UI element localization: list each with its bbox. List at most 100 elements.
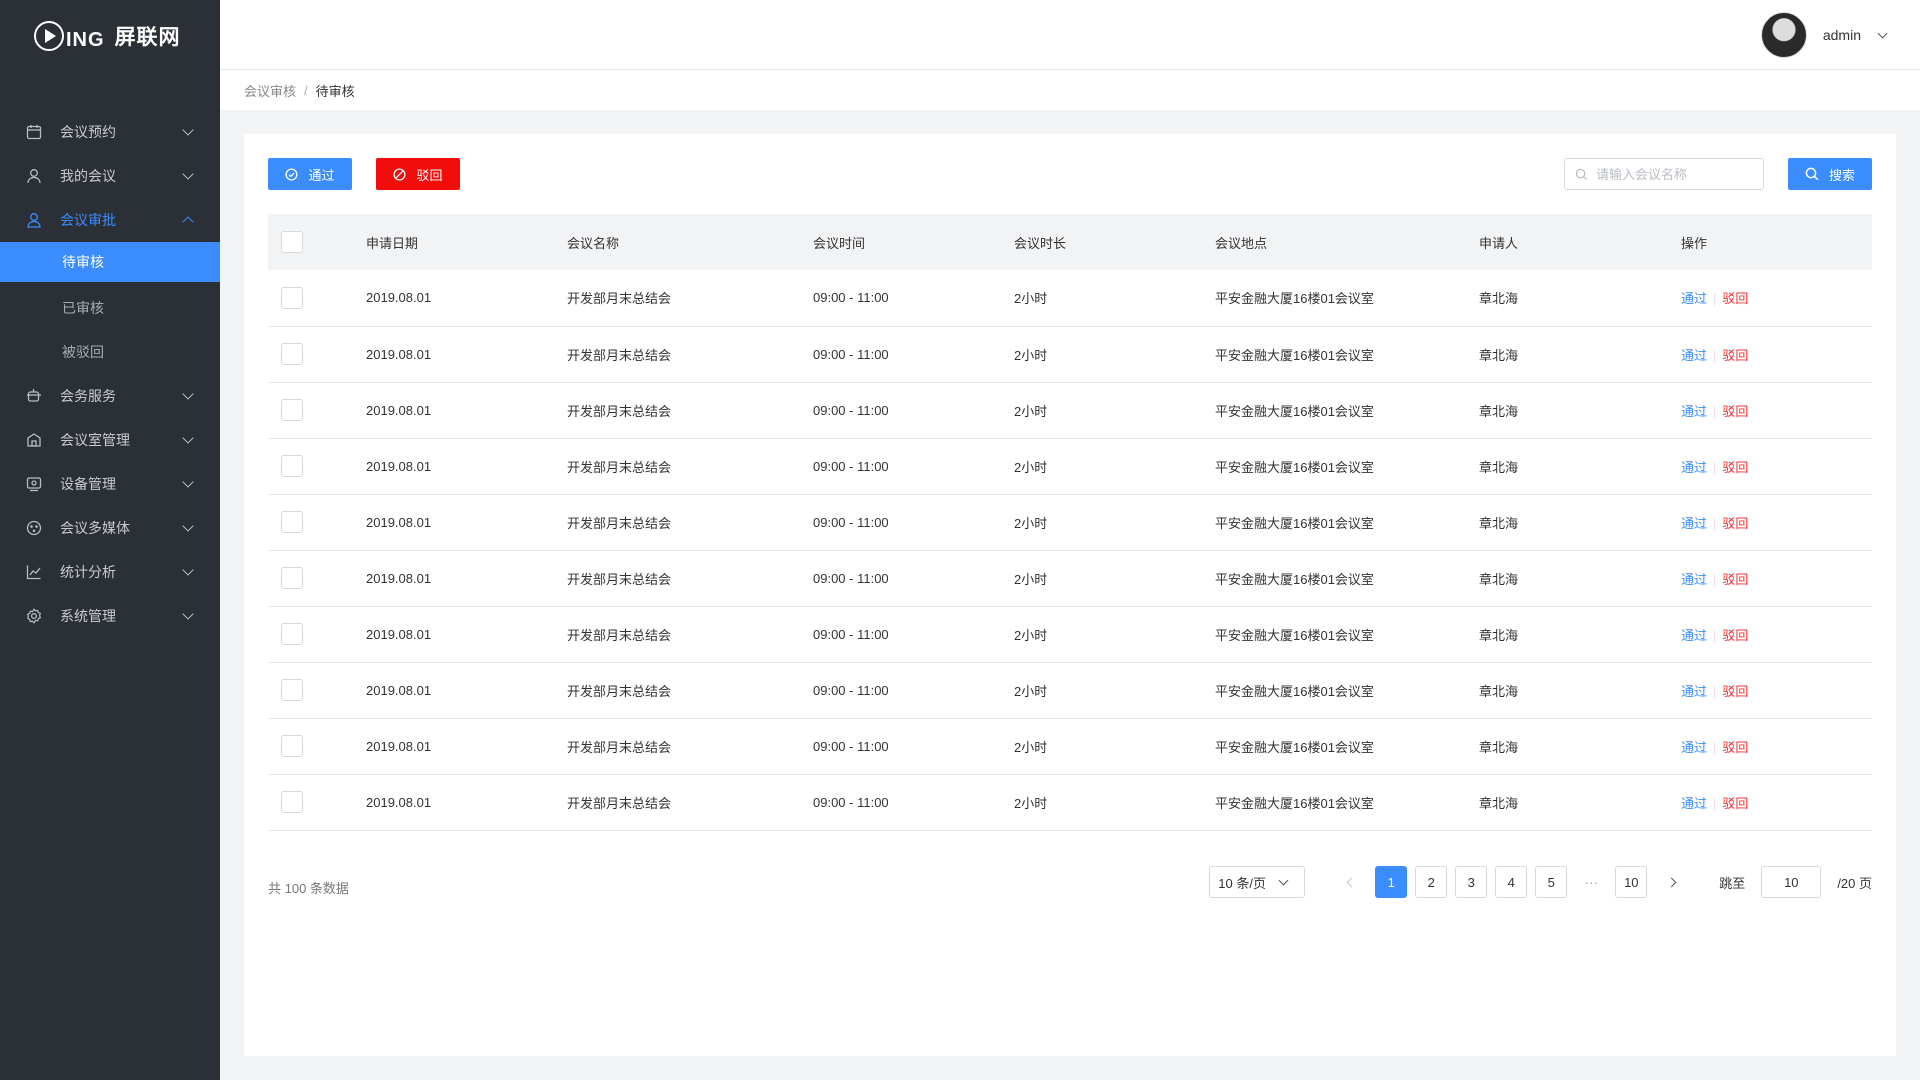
reject-button[interactable]: 驳回 [376, 158, 460, 190]
breadcrumb-separator: / [304, 82, 308, 98]
user-menu[interactable]: admin [1760, 12, 1888, 58]
cell-meeting-time: 09:00 - 11:00 [813, 738, 889, 754]
sidebar-item-conference-service[interactable]: 会务服务 [0, 374, 220, 418]
cell-actions: 通过 | 驳回 [1681, 438, 1872, 494]
sidebar-item-meeting-approval[interactable]: 会议审批 [0, 198, 220, 242]
row-checkbox[interactable] [281, 511, 303, 533]
row-reject-link[interactable]: 驳回 [1722, 348, 1748, 363]
cell-actions: 通过 | 驳回 [1681, 606, 1872, 662]
table-row: 2019.08.01 开发部月末总结会 09:00 - 11:00 2小时 平安金融大厦… [268, 774, 1872, 830]
row-select-cell [268, 438, 366, 494]
sidebar-item-system-management[interactable]: 系统管理 [0, 594, 220, 638]
select-all-checkbox[interactable] [281, 231, 303, 253]
table-row: 2019.08.01 开发部月末总结会 09:00 - 11:00 2小时 平安金融大厦… [268, 270, 1872, 326]
row-approve-link[interactable]: 通过 [1681, 404, 1707, 419]
cell-applicant: 章北海 [1479, 291, 1519, 307]
breadcrumb-parent[interactable]: 会议审核 [244, 81, 296, 100]
chevron-down-icon [182, 564, 194, 576]
sidebar-item-meeting-booking[interactable]: 会议预约 [0, 110, 220, 154]
row-checkbox[interactable] [281, 286, 303, 309]
sidebar-item-label: 系统管理 [60, 608, 116, 624]
jump-label: 跳至 [1719, 875, 1746, 891]
action-divider: | [1713, 739, 1717, 755]
row-checkbox[interactable] [281, 623, 303, 645]
row-reject-link[interactable]: 驳回 [1722, 796, 1748, 811]
search-button[interactable]: 搜索 [1788, 158, 1872, 190]
sidebar-subitem-label: 待审核 [62, 254, 104, 270]
row-approve-link[interactable]: 通过 [1681, 460, 1707, 475]
cell-duration: 2小时 [1014, 795, 1048, 811]
page-button-3[interactable]: 3 [1455, 866, 1488, 898]
cell-location: 平安金融大厦16楼01会议室 [1215, 683, 1374, 699]
row-select-cell [268, 662, 366, 718]
sidebar-item-label: 会议室管理 [60, 432, 130, 448]
row-reject-link[interactable]: 驳回 [1722, 572, 1748, 587]
cell-actions: 通过 | 驳回 [1681, 550, 1872, 606]
row-reject-link[interactable]: 驳回 [1722, 628, 1748, 643]
row-checkbox[interactable] [281, 679, 303, 701]
logo-text: ING [66, 28, 105, 51]
chevron-down-icon [182, 520, 194, 532]
chart-icon [26, 564, 42, 580]
sidebar-item-room-management[interactable]: 会议室管理 [0, 418, 220, 462]
row-approve-link[interactable]: 通过 [1681, 628, 1707, 643]
row-reject-link[interactable]: 驳回 [1722, 516, 1748, 531]
row-checkbox[interactable] [281, 455, 303, 477]
row-approve-link[interactable]: 通过 [1681, 291, 1707, 306]
sidebar-item-statistics[interactable]: 统计分析 [0, 550, 220, 594]
next-page-button[interactable] [1655, 866, 1687, 898]
sidebar-item-label: 会议预约 [60, 124, 116, 140]
page-size-select[interactable]: 10 条/页 [1209, 866, 1306, 898]
row-checkbox[interactable] [281, 399, 303, 421]
page-button-1[interactable]: 1 [1375, 866, 1408, 898]
row-checkbox[interactable] [281, 567, 303, 589]
row-approve-link[interactable]: 通过 [1681, 516, 1707, 531]
row-approve-link[interactable]: 通过 [1681, 572, 1707, 587]
cell-duration: 2小时 [1014, 571, 1048, 587]
room-icon [26, 432, 42, 448]
chevron-down-icon [182, 608, 194, 620]
row-reject-link[interactable]: 驳回 [1722, 740, 1748, 755]
cell-duration: 2小时 [1014, 459, 1048, 475]
app-logo[interactable]: ING 屏联网 [0, 0, 220, 72]
sidebar-subitem-pending[interactable]: 待审核 [0, 242, 220, 282]
cell-applicant: 章北海 [1479, 795, 1519, 811]
action-divider: | [1713, 459, 1717, 475]
cell-date: 2019.08.01 [366, 346, 432, 362]
row-approve-link[interactable]: 通过 [1681, 348, 1707, 363]
row-reject-link[interactable]: 驳回 [1722, 684, 1748, 699]
cell-duration: 2小时 [1014, 739, 1048, 755]
approve-button[interactable]: 通过 [268, 158, 352, 190]
cell-applicant: 章北海 [1479, 347, 1519, 363]
chevron-down-icon [1278, 875, 1289, 885]
page-button-2[interactable]: 2 [1415, 866, 1448, 898]
row-approve-link[interactable]: 通过 [1681, 796, 1707, 811]
cell-actions: 通过 | 驳回 [1681, 718, 1872, 774]
search-input[interactable] [1596, 166, 1756, 182]
row-checkbox[interactable] [281, 343, 303, 365]
prev-page-button[interactable] [1335, 866, 1367, 898]
sidebar-subitem-rejected[interactable]: 被驳回 [0, 330, 220, 374]
row-reject-link[interactable]: 驳回 [1722, 291, 1748, 306]
jump-page-input[interactable] [1761, 866, 1822, 898]
avatar[interactable] [1760, 12, 1807, 58]
sidebar-subitem-reviewed[interactable]: 已审核 [0, 286, 220, 330]
sidebar-item-my-meetings[interactable]: 我的会议 [0, 154, 220, 198]
row-select-cell [268, 326, 366, 382]
page-button-last[interactable]: 10 [1615, 866, 1648, 898]
row-reject-link[interactable]: 驳回 [1722, 460, 1748, 475]
cell-location: 平安金融大厦16楼01会议室 [1215, 347, 1374, 363]
row-reject-link[interactable]: 驳回 [1722, 404, 1748, 419]
row-checkbox[interactable] [281, 791, 303, 813]
sidebar-item-device-management[interactable]: 设备管理 [0, 462, 220, 506]
column-header-actions: 操作 [1681, 235, 1708, 251]
row-approve-link[interactable]: 通过 [1681, 684, 1707, 699]
page-ellipsis[interactable]: ··· [1575, 875, 1607, 890]
page-button-5[interactable]: 5 [1535, 866, 1568, 898]
page-button-4[interactable]: 4 [1495, 866, 1528, 898]
search-button-label: 搜索 [1828, 167, 1855, 183]
search-icon [1575, 168, 1588, 181]
row-checkbox[interactable] [281, 735, 303, 757]
sidebar-item-multimedia[interactable]: 会议多媒体 [0, 506, 220, 550]
row-approve-link[interactable]: 通过 [1681, 740, 1707, 755]
